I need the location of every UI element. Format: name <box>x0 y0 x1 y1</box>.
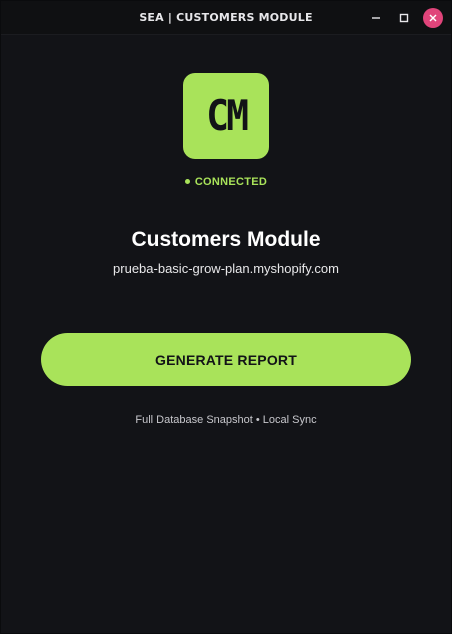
module-logo: CM <box>183 73 269 159</box>
generate-report-button[interactable]: GENERATE REPORT <box>41 333 411 386</box>
minimize-icon <box>371 13 381 23</box>
status-dot-icon <box>184 179 190 184</box>
maximize-button[interactable] <box>395 9 413 27</box>
footer-note: Full Database Snapshot • Local Sync <box>135 414 317 426</box>
close-icon <box>428 13 438 23</box>
title-bar[interactable]: SEA | CUSTOMERS MODULE <box>1 1 451 35</box>
connection-status: CONNECTED <box>1 176 451 188</box>
close-button[interactable] <box>423 8 443 28</box>
store-domain: prueba-basic-grow-plan.myshopify.com <box>113 261 339 276</box>
status-label: CONNECTED <box>194 176 268 188</box>
window-controls <box>367 1 443 35</box>
main-content: CM CONNECTED Customers Module prueba-bas… <box>1 35 451 633</box>
app-window: SEA | CUSTOMERS MODULE CM CONNECTED Cust… <box>0 0 452 634</box>
maximize-icon <box>399 13 409 23</box>
minimize-button[interactable] <box>367 9 385 27</box>
logo-text: CM <box>205 91 249 140</box>
module-title: Customers Module <box>131 228 321 251</box>
